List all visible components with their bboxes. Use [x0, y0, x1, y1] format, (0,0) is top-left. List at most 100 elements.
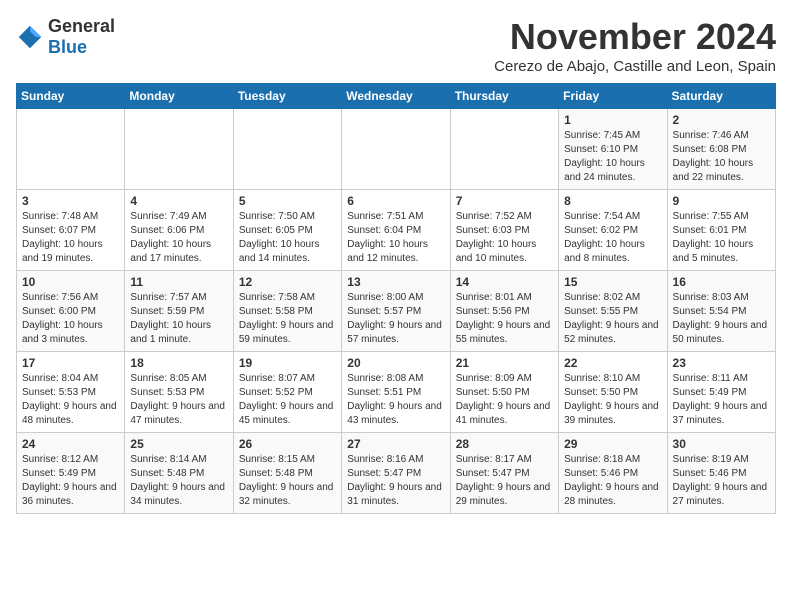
day-number: 17 [22, 356, 119, 370]
logo-text: General Blue [48, 16, 115, 58]
calendar-cell: 3 Sunrise: 7:48 AM Sunset: 6:07 PM Daylig… [17, 190, 125, 271]
week-row-2: 3 Sunrise: 7:48 AM Sunset: 6:07 PM Daylig… [17, 190, 776, 271]
day-number: 3 [22, 194, 119, 208]
calendar-cell: 23Sunrise: 8:11 AM Sunset: 5:49 PM Dayli… [667, 352, 775, 433]
day-number: 13 [347, 275, 444, 289]
calendar-cell: 15 Sunrise: 8:02 AM Sunset: 5:55 PM Dayli… [559, 271, 667, 352]
cell-info: Sunrise: 7:46 AM Sunset: 6:08 PM Dayligh… [673, 129, 770, 185]
day-number: 6 [347, 194, 444, 208]
day-number: 11 [130, 275, 227, 289]
day-number: 8 [564, 194, 661, 208]
cell-info: Sunrise: 7:58 AM Sunset: 5:58 PM Dayligh… [239, 291, 336, 347]
cell-info: Sunrise: 8:04 AM Sunset: 5:53 PM Dayligh… [22, 372, 119, 428]
calendar-cell: 21 Sunrise: 8:09 AM Sunset: 5:50 PM Dayli… [450, 352, 558, 433]
cell-info: Sunrise: 7:51 AM Sunset: 6:04 PM Dayligh… [347, 210, 444, 266]
calendar-cell: 12 Sunrise: 7:58 AM Sunset: 5:58 PM Dayli… [233, 271, 341, 352]
day-header-tuesday: Tuesday [233, 84, 341, 109]
calendar-cell: 9 Sunrise: 7:55 AM Sunset: 6:01 PM Daylig… [667, 190, 775, 271]
calendar-cell: 8Sunrise: 7:54 AM Sunset: 6:02 PM Daylig… [559, 190, 667, 271]
logo-icon [16, 23, 44, 51]
day-number: 7 [456, 194, 553, 208]
day-number: 25 [130, 437, 227, 451]
calendar-cell: 25 Sunrise: 8:14 AM Sunset: 5:48 PM Dayli… [125, 433, 233, 514]
day-number: 10 [22, 275, 119, 289]
cell-info: Sunrise: 8:05 AM Sunset: 5:53 PM Dayligh… [130, 372, 227, 428]
day-number: 14 [456, 275, 553, 289]
cell-info: Sunrise: 8:16 AM Sunset: 5:47 PM Dayligh… [347, 453, 444, 509]
day-number: 16 [673, 275, 770, 289]
calendar-cell: 5Sunrise: 7:50 AM Sunset: 6:05 PM Daylig… [233, 190, 341, 271]
calendar-cell: 27Sunrise: 8:16 AM Sunset: 5:47 PM Dayli… [342, 433, 450, 514]
calendar-cell [450, 109, 558, 190]
day-number: 24 [22, 437, 119, 451]
cell-info: Sunrise: 7:45 AM Sunset: 6:10 PM Dayligh… [564, 129, 661, 185]
cell-info: Sunrise: 8:00 AM Sunset: 5:57 PM Dayligh… [347, 291, 444, 347]
calendar-cell: 7 Sunrise: 7:52 AM Sunset: 6:03 PM Daylig… [450, 190, 558, 271]
day-number: 21 [456, 356, 553, 370]
cell-info: Sunrise: 7:49 AM Sunset: 6:06 PM Dayligh… [130, 210, 227, 266]
cell-info: Sunrise: 8:12 AM Sunset: 5:49 PM Dayligh… [22, 453, 119, 509]
day-header-thursday: Thursday [450, 84, 558, 109]
calendar-cell: 1 Sunrise: 7:45 AM Sunset: 6:10 PM Daylig… [559, 109, 667, 190]
day-header-monday: Monday [125, 84, 233, 109]
day-number: 22 [564, 356, 661, 370]
logo-general: General [48, 16, 115, 36]
day-number: 29 [564, 437, 661, 451]
calendar-cell: 10 Sunrise: 7:56 AM Sunset: 6:00 PM Dayli… [17, 271, 125, 352]
day-number: 18 [130, 356, 227, 370]
days-header-row: SundayMondayTuesdayWednesdayThursdayFrid… [17, 84, 776, 109]
day-header-saturday: Saturday [667, 84, 775, 109]
cell-info: Sunrise: 8:19 AM Sunset: 5:46 PM Dayligh… [673, 453, 770, 509]
cell-info: Sunrise: 8:03 AM Sunset: 5:54 PM Dayligh… [673, 291, 770, 347]
calendar-cell: 11Sunrise: 7:57 AM Sunset: 5:59 PM Dayli… [125, 271, 233, 352]
subtitle: Cerezo de Abajo, Castille and Leon, Spai… [494, 58, 776, 75]
day-number: 15 [564, 275, 661, 289]
cell-info: Sunrise: 8:18 AM Sunset: 5:46 PM Dayligh… [564, 453, 661, 509]
calendar-cell [17, 109, 125, 190]
day-header-friday: Friday [559, 84, 667, 109]
calendar-cell: 17 Sunrise: 8:04 AM Sunset: 5:53 PM Dayli… [17, 352, 125, 433]
cell-info: Sunrise: 7:56 AM Sunset: 6:00 PM Dayligh… [22, 291, 119, 347]
calendar-cell: 30 Sunrise: 8:19 AM Sunset: 5:46 PM Dayli… [667, 433, 775, 514]
calendar-cell: 14 Sunrise: 8:01 AM Sunset: 5:56 PM Dayli… [450, 271, 558, 352]
week-row-1: 1 Sunrise: 7:45 AM Sunset: 6:10 PM Daylig… [17, 109, 776, 190]
calendar-cell: 28Sunrise: 8:17 AM Sunset: 5:47 PM Dayli… [450, 433, 558, 514]
cell-info: Sunrise: 8:17 AM Sunset: 5:47 PM Dayligh… [456, 453, 553, 509]
day-number: 12 [239, 275, 336, 289]
cell-info: Sunrise: 8:02 AM Sunset: 5:55 PM Dayligh… [564, 291, 661, 347]
calendar-cell: 26 Sunrise: 8:15 AM Sunset: 5:48 PM Dayli… [233, 433, 341, 514]
day-number: 4 [130, 194, 227, 208]
cell-info: Sunrise: 8:07 AM Sunset: 5:52 PM Dayligh… [239, 372, 336, 428]
month-title: November 2024 [494, 16, 776, 58]
calendar-cell: 22Sunrise: 8:10 AM Sunset: 5:50 PM Dayli… [559, 352, 667, 433]
title-section: November 2024 Cerezo de Abajo, Castille … [494, 16, 776, 75]
logo-blue: Blue [48, 37, 87, 57]
calendar-cell: 24 Sunrise: 8:12 AM Sunset: 5:49 PM Dayli… [17, 433, 125, 514]
day-number: 9 [673, 194, 770, 208]
day-number: 19 [239, 356, 336, 370]
calendar-table: SundayMondayTuesdayWednesdayThursdayFrid… [16, 83, 776, 514]
calendar-cell: 29 Sunrise: 8:18 AM Sunset: 5:46 PM Dayli… [559, 433, 667, 514]
cell-info: Sunrise: 8:09 AM Sunset: 5:50 PM Dayligh… [456, 372, 553, 428]
day-number: 23 [673, 356, 770, 370]
cell-info: Sunrise: 7:52 AM Sunset: 6:03 PM Dayligh… [456, 210, 553, 266]
calendar-cell: 13 Sunrise: 8:00 AM Sunset: 5:57 PM Dayli… [342, 271, 450, 352]
cell-info: Sunrise: 8:08 AM Sunset: 5:51 PM Dayligh… [347, 372, 444, 428]
cell-info: Sunrise: 8:15 AM Sunset: 5:48 PM Dayligh… [239, 453, 336, 509]
cell-info: Sunrise: 8:01 AM Sunset: 5:56 PM Dayligh… [456, 291, 553, 347]
cell-info: Sunrise: 8:14 AM Sunset: 5:48 PM Dayligh… [130, 453, 227, 509]
day-header-wednesday: Wednesday [342, 84, 450, 109]
cell-info: Sunrise: 7:48 AM Sunset: 6:07 PM Dayligh… [22, 210, 119, 266]
calendar-cell: 16 Sunrise: 8:03 AM Sunset: 5:54 PM Dayli… [667, 271, 775, 352]
week-row-4: 17 Sunrise: 8:04 AM Sunset: 5:53 PM Dayli… [17, 352, 776, 433]
day-number: 1 [564, 113, 661, 127]
cell-info: Sunrise: 7:55 AM Sunset: 6:01 PM Dayligh… [673, 210, 770, 266]
header: General Blue November 2024 Cerezo de Aba… [16, 16, 776, 75]
week-row-3: 10 Sunrise: 7:56 AM Sunset: 6:00 PM Dayli… [17, 271, 776, 352]
day-number: 2 [673, 113, 770, 127]
day-number: 30 [673, 437, 770, 451]
day-number: 20 [347, 356, 444, 370]
calendar-cell: 6 Sunrise: 7:51 AM Sunset: 6:04 PM Daylig… [342, 190, 450, 271]
calendar-cell [233, 109, 341, 190]
day-number: 26 [239, 437, 336, 451]
